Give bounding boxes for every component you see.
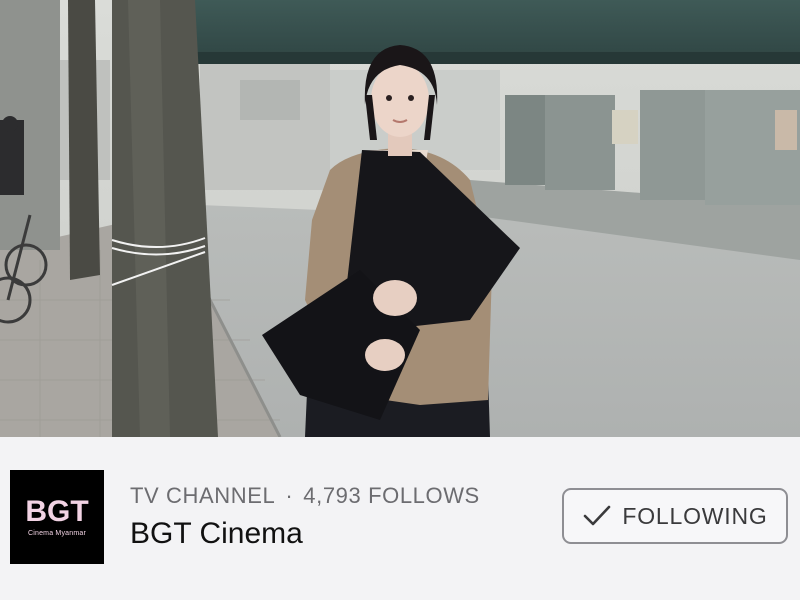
channel-page: BGT Cinema Myanmar TV CHANNEL · 4,793 FOLL… [0, 0, 800, 600]
meta-separator: · [285, 483, 294, 508]
channel-category: TV CHANNEL [130, 483, 276, 508]
following-label: FOLLOWING [622, 502, 768, 529]
channel-name[interactable]: BGT Cinema [130, 517, 303, 551]
cover-photo-scene [0, 0, 800, 437]
channel-meta: TV CHANNEL · 4,793 FOLLOWS [130, 483, 480, 509]
follows-count: 4,793 FOLLOWS [303, 483, 480, 508]
channel-info-bar: BGT Cinema Myanmar TV CHANNEL · 4,793 FOLL… [0, 437, 800, 600]
logo-text: BGT [25, 494, 89, 528]
following-button[interactable]: FOLLOWING [562, 488, 788, 544]
channel-logo[interactable]: BGT Cinema Myanmar [10, 470, 104, 564]
cover-photo[interactable] [0, 0, 800, 437]
check-icon [582, 503, 612, 529]
logo-subtext: Cinema Myanmar [27, 529, 87, 537]
